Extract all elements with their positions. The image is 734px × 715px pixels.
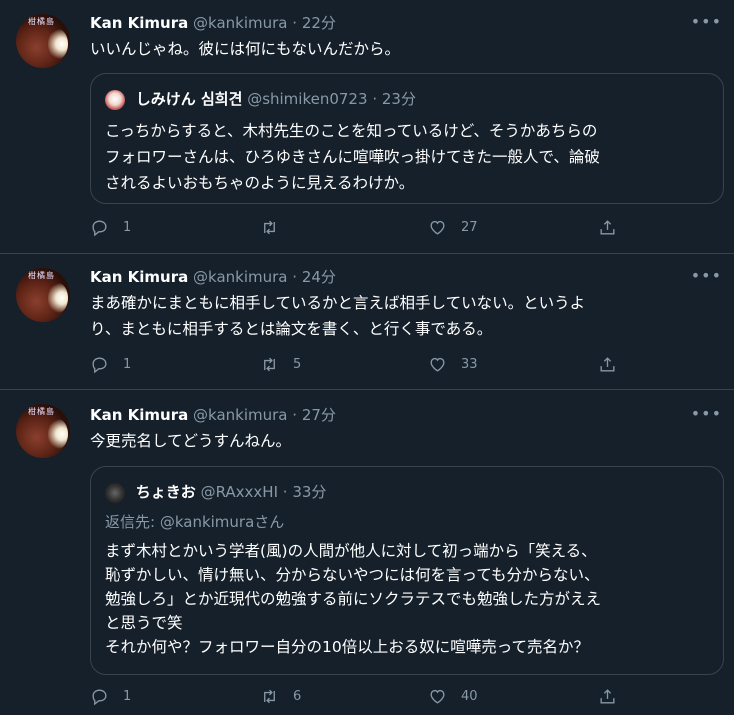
- like-button[interactable]: 27: [428, 218, 478, 237]
- tweet-actions: 1 6 40: [90, 687, 630, 711]
- retweet-count: 6: [293, 689, 302, 704]
- reply-count: 1: [123, 689, 132, 704]
- more-icon[interactable]: •••: [691, 266, 722, 285]
- share-button[interactable]: [598, 355, 617, 374]
- share-icon: [600, 220, 615, 235]
- quoted-header: ちょきお @RAxxxHI · 33分: [105, 481, 326, 503]
- quoted-avatar: [105, 482, 125, 503]
- reply-button[interactable]: 1: [90, 355, 131, 374]
- quoted-tweet[interactable]: ちょきお @RAxxxHI · 33分 返信先: @kankimuraさん まず…: [90, 466, 724, 675]
- reply-count: 1: [123, 220, 132, 235]
- like-count: 33: [461, 357, 478, 372]
- quoted-timestamp: 33分: [292, 483, 327, 501]
- timestamp[interactable]: 22分: [302, 14, 336, 32]
- like-button[interactable]: 33: [428, 355, 478, 374]
- quoted-author-name: ちょきお: [135, 483, 196, 501]
- timestamp[interactable]: 24分: [302, 268, 336, 286]
- retweet-button[interactable]: 5: [260, 355, 301, 374]
- retweet-count: 5: [293, 357, 302, 372]
- retweet-icon: [264, 689, 275, 704]
- tweet-text: まあ確かにまともに相手しているかと言えば相手していない。というよ り、まともに相…: [90, 294, 586, 338]
- quoted-avatar: [105, 89, 125, 110]
- more-icon[interactable]: •••: [691, 404, 722, 423]
- like-count: 27: [461, 220, 478, 235]
- tweet[interactable]: 柑橘島 Kan Kimura @kankimura · 22分 ••• いいんじ…: [0, 0, 734, 252]
- share-button[interactable]: [598, 218, 617, 237]
- reply-count: 1: [123, 357, 132, 372]
- like-icon: [430, 220, 445, 235]
- tweet-header: Kan Kimura @kankimura · 24分: [90, 266, 336, 287]
- reply-prefix: 返信先:: [105, 513, 160, 531]
- reply-icon: [92, 357, 107, 374]
- quoted-author-name: しみけん 심희견: [135, 90, 243, 108]
- quoted-author-handle: @shimiken0723: [247, 90, 368, 108]
- like-icon: [430, 357, 445, 372]
- reply-suffix: さん: [254, 513, 285, 531]
- tweet-header: Kan Kimura @kankimura · 22分: [90, 12, 336, 33]
- quoted-tweet[interactable]: しみけん 심희견 @shimiken0723 · 23分 こっちからすると、木村…: [90, 73, 724, 204]
- share-icon: [600, 689, 615, 704]
- retweet-button[interactable]: [260, 218, 293, 237]
- like-count: 40: [461, 689, 478, 704]
- avatar-text: 柑橘島: [28, 407, 55, 416]
- avatar-text: 柑橘島: [28, 271, 55, 280]
- tweet-text: いいんじゃね。彼には何にもないんだから。: [90, 40, 401, 58]
- separator-dot: ·: [292, 406, 298, 424]
- author-handle[interactable]: @kankimura: [193, 14, 287, 32]
- author-handle[interactable]: @kankimura: [193, 406, 287, 424]
- reply-mention: @kankimura: [159, 513, 255, 531]
- reply-button[interactable]: 1: [90, 687, 131, 706]
- avatar[interactable]: 柑橘島: [16, 404, 70, 458]
- quoted-timestamp: 23分: [381, 90, 416, 108]
- quoted-text: こっちからすると、木村先生のことを知っているけど、そうかあちらの フォロワーさん…: [105, 122, 600, 192]
- reply-button[interactable]: 1: [90, 218, 131, 237]
- tweet[interactable]: 柑橘島 Kan Kimura @kankimura · 24分 ••• まあ確か…: [0, 254, 734, 388]
- quoted-author-handle: @RAxxxHI: [200, 483, 278, 501]
- share-button[interactable]: [598, 687, 617, 706]
- share-icon: [600, 357, 615, 372]
- avatar[interactable]: 柑橘島: [16, 268, 70, 322]
- separator-dot: ·: [292, 14, 298, 32]
- tweet-actions: 1 5 33: [90, 355, 630, 379]
- separator-dot: ·: [372, 90, 378, 108]
- author-name[interactable]: Kan Kimura: [90, 406, 188, 424]
- retweet-icon: [264, 357, 275, 372]
- like-icon: [430, 689, 445, 704]
- tweet-text: 今更売名してどうすんねん。: [90, 432, 292, 450]
- avatar[interactable]: 柑橘島: [16, 14, 70, 68]
- quoted-header: しみけん 심희견 @shimiken0723 · 23分: [105, 88, 416, 110]
- retweet-icon: [264, 220, 275, 235]
- separator-dot: ·: [292, 268, 298, 286]
- author-name[interactable]: Kan Kimura: [90, 268, 188, 286]
- tweet-header: Kan Kimura @kankimura · 27分: [90, 404, 336, 425]
- tweet-actions: 1 27: [90, 218, 630, 242]
- quoted-text: まず木村とかいう学者(風)の人間が他人に対して初っ端から「笑える、 恥ずかしい、…: [105, 542, 602, 656]
- more-icon[interactable]: •••: [691, 12, 722, 31]
- author-name[interactable]: Kan Kimura: [90, 14, 188, 32]
- reply-icon: [92, 220, 107, 237]
- retweet-button[interactable]: 6: [260, 687, 301, 706]
- timestamp[interactable]: 27分: [302, 406, 336, 424]
- avatar-text: 柑橘島: [28, 17, 55, 26]
- reply-to-line: 返信先: @kankimuraさん: [105, 511, 284, 532]
- reply-icon: [92, 689, 107, 706]
- like-button[interactable]: 40: [428, 687, 478, 706]
- tweet[interactable]: 柑橘島 Kan Kimura @kankimura · 27分 ••• 今更売名…: [0, 390, 734, 715]
- author-handle[interactable]: @kankimura: [193, 268, 287, 286]
- separator-dot: ·: [282, 483, 288, 501]
